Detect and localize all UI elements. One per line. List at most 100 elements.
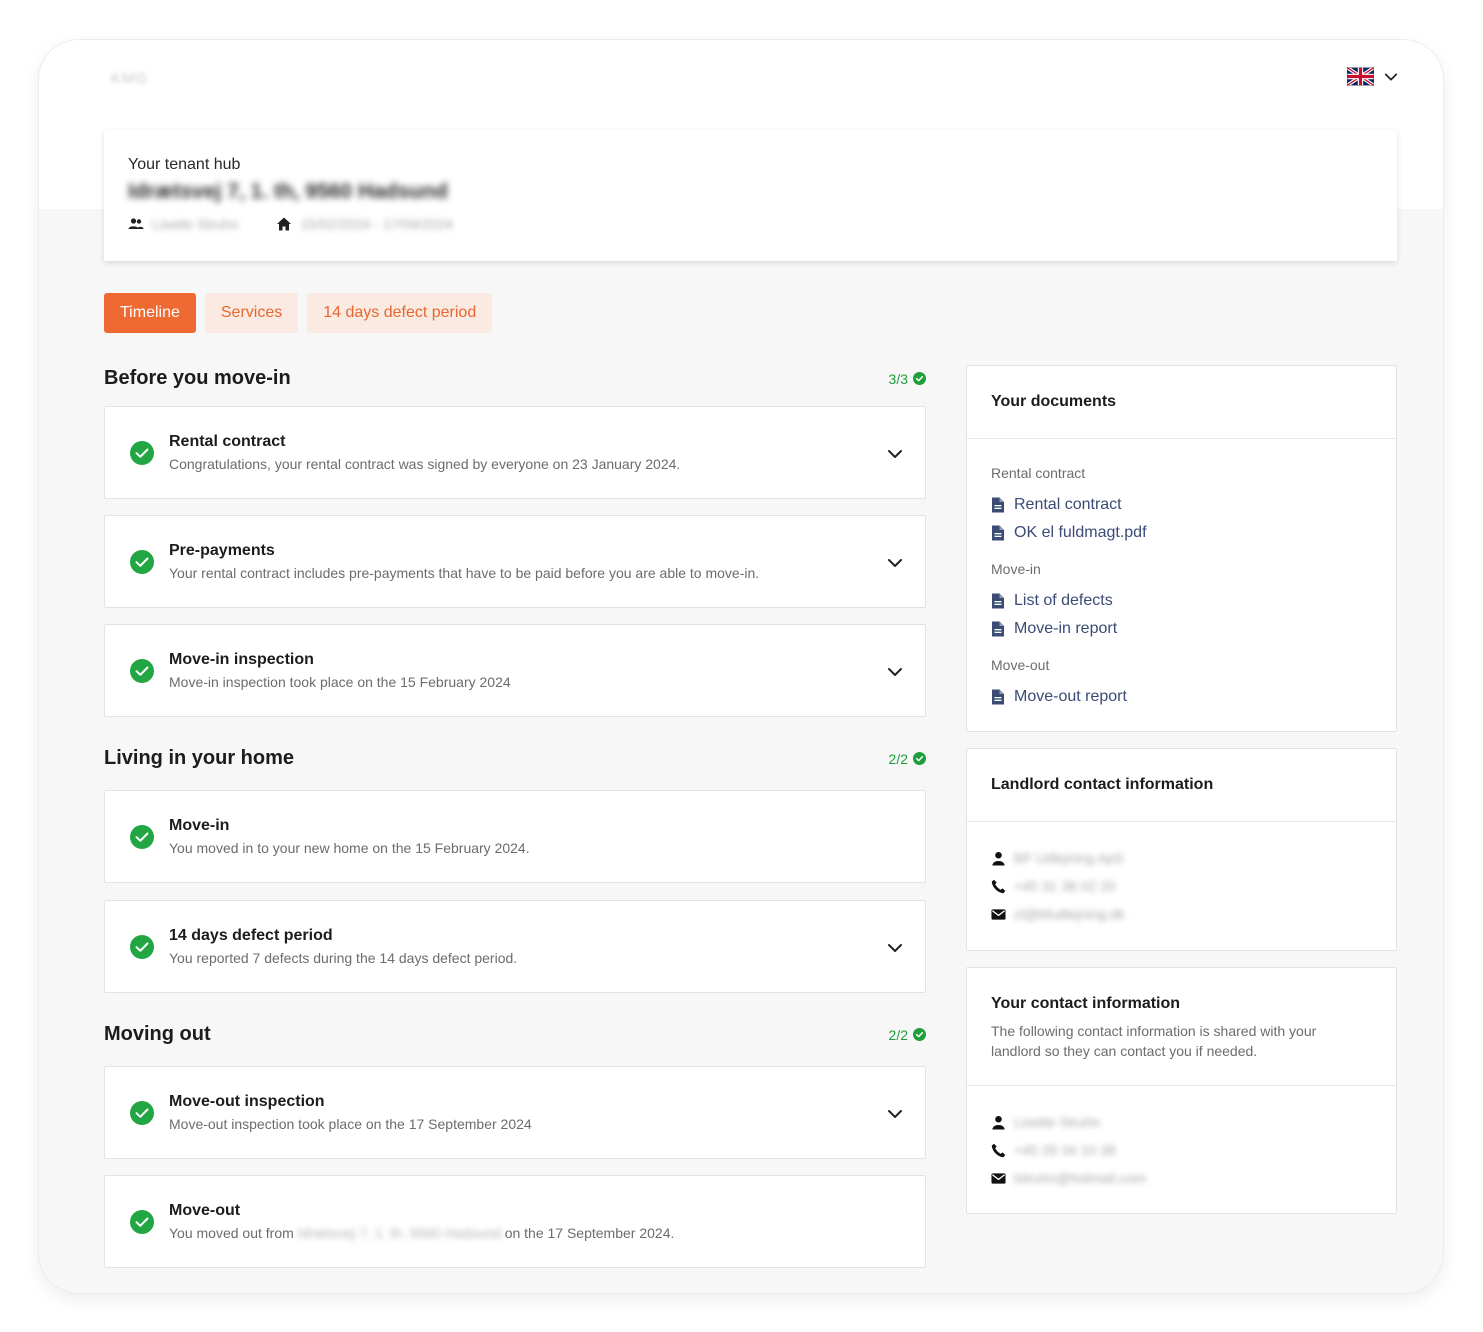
hub-address: Idrætsvej 7, 1. th, 9560 Hadsund bbox=[128, 180, 448, 203]
chevron-down-icon[interactable] bbox=[887, 555, 903, 571]
doc-link-label: OK el fuldmagt.pdf bbox=[1014, 524, 1147, 541]
timeline-item-move-out: Move-out You moved out from Idrætsvej 7,… bbox=[104, 1175, 926, 1268]
logo: KMG bbox=[111, 70, 149, 87]
check-circle-icon bbox=[130, 659, 154, 683]
item-title: Move-in bbox=[169, 817, 230, 834]
section-progress: 2/2 bbox=[889, 1027, 926, 1043]
doc-link-label: Move-in report bbox=[1014, 620, 1118, 637]
progress-count: 3/3 bbox=[888, 370, 908, 387]
section-header-before-move-in: Before you move-in 3/3 bbox=[104, 367, 926, 390]
item-description: You reported 7 defects during the 14 day… bbox=[169, 950, 518, 966]
tab-defect-period[interactable]: 14 days defect period bbox=[307, 293, 493, 333]
item-description: Move-in inspection took place on the 15 … bbox=[169, 674, 511, 690]
file-icon bbox=[992, 593, 1004, 609]
tab-services[interactable]: Services bbox=[204, 293, 299, 333]
contact-name-row: BF Udlejning ApS bbox=[991, 844, 1372, 872]
contact-email-row: lstruhn@hotmail.com bbox=[991, 1164, 1372, 1192]
doc-link-label: List of defects bbox=[1014, 592, 1113, 609]
phone-icon bbox=[991, 1143, 1006, 1157]
timeline-item-rental-contract[interactable]: Rental contract Congratulations, your re… bbox=[104, 406, 926, 499]
panel-title: Your documents bbox=[991, 393, 1117, 410]
panel-header: Your contact information The following c… bbox=[967, 968, 1396, 1086]
contact-email: cl@bfudlejning.dk bbox=[1014, 906, 1125, 922]
item-title: Move-in inspection bbox=[169, 651, 314, 668]
check-circle-icon bbox=[130, 550, 154, 574]
contact-name: BF Udlejning ApS bbox=[1014, 850, 1124, 866]
doc-link-move-in-report[interactable]: Move-in report bbox=[991, 615, 1372, 643]
item-title: Pre-payments bbox=[169, 542, 275, 559]
item-title: Rental contract bbox=[169, 433, 286, 450]
section-title: Moving out bbox=[104, 1023, 211, 1045]
doc-link-move-out-report[interactable]: Move-out report bbox=[991, 683, 1372, 711]
item-title: Move-out inspection bbox=[169, 1093, 325, 1110]
doc-group-label: Move-in bbox=[991, 561, 1041, 577]
mail-icon bbox=[991, 908, 1006, 920]
item-description: You moved out from Idrætsvej 7, 1. th, 9… bbox=[169, 1225, 674, 1241]
contact-name: Lisette Struhn bbox=[1014, 1114, 1101, 1130]
check-circle-icon bbox=[130, 825, 154, 849]
language-selector[interactable] bbox=[1347, 67, 1398, 86]
mail-icon bbox=[991, 1172, 1006, 1184]
person-icon bbox=[992, 851, 1005, 866]
panel-header: Landlord contact information bbox=[967, 749, 1396, 822]
file-icon bbox=[992, 525, 1004, 541]
your-contact-list: Lisette Struhn +45 28 34 10 38 lstruhn@h… bbox=[967, 1086, 1396, 1192]
section-title: Living in your home bbox=[104, 747, 295, 769]
item-title: Move-out bbox=[169, 1202, 241, 1219]
hub-period: 15/02/2024 - 17/09/2024 bbox=[300, 216, 453, 232]
hub-label: Your tenant hub bbox=[128, 156, 241, 173]
item-description: Your rental contract includes pre-paymen… bbox=[169, 565, 760, 581]
file-icon bbox=[992, 497, 1004, 513]
panel-title: Your contact information bbox=[991, 995, 1181, 1012]
desc-address: Idrætsvej 7, 1. th, 9560 Hadsund bbox=[297, 1225, 501, 1241]
check-circle-icon bbox=[130, 1210, 154, 1234]
panel-title: Landlord contact information bbox=[991, 776, 1214, 793]
section-title: Before you move-in bbox=[104, 367, 291, 389]
file-icon bbox=[992, 689, 1004, 705]
chevron-down-icon[interactable] bbox=[887, 1106, 903, 1122]
contact-email: lstruhn@hotmail.com bbox=[1014, 1170, 1146, 1186]
check-circle-icon bbox=[913, 1028, 926, 1041]
section-header-moving-out: Moving out 2/2 bbox=[104, 1023, 926, 1046]
chevron-down-icon[interactable] bbox=[887, 940, 903, 956]
timeline-item-pre-payments[interactable]: Pre-payments Your rental contract includ… bbox=[104, 515, 926, 608]
tab-timeline[interactable]: Timeline bbox=[104, 293, 196, 333]
tab-bar: Timeline Services 14 days defect period bbox=[104, 293, 493, 333]
phone-icon bbox=[991, 879, 1006, 893]
doc-link-rental-contract[interactable]: Rental contract bbox=[991, 491, 1372, 519]
landlord-contact-list: BF Udlejning ApS +45 31 38 02 20 cl@bfud… bbox=[967, 822, 1396, 928]
item-description: Congratulations, your rental contract wa… bbox=[169, 456, 681, 472]
contact-phone: +45 28 34 10 38 bbox=[1014, 1142, 1116, 1158]
file-icon bbox=[992, 621, 1004, 637]
contact-phone: +45 31 38 02 20 bbox=[1014, 878, 1116, 894]
doc-link-ok-el-fuldmagt[interactable]: OK el fuldmagt.pdf bbox=[991, 519, 1372, 547]
check-circle-icon bbox=[913, 752, 926, 765]
chevron-down-icon[interactable] bbox=[887, 664, 903, 680]
your-contact-panel: Your contact information The following c… bbox=[966, 967, 1397, 1214]
doc-link-label: Move-out report bbox=[1014, 688, 1127, 705]
timeline-item-move-in-inspection[interactable]: Move-in inspection Move-in inspection to… bbox=[104, 624, 926, 717]
section-progress: 3/3 bbox=[889, 371, 926, 387]
documents-panel: Your documents Rental contract Rental co… bbox=[966, 365, 1397, 732]
people-icon bbox=[128, 218, 144, 229]
home-icon bbox=[277, 217, 292, 231]
hub-tenants: Lisette Struhn bbox=[152, 216, 239, 232]
timeline-item-move-out-inspection[interactable]: Move-out inspection Move-out inspection … bbox=[104, 1066, 926, 1159]
section-header-living: Living in your home 2/2 bbox=[104, 747, 926, 770]
hub-meta: Lisette Struhn 15/02/2024 - 17/09/2024 bbox=[128, 216, 453, 232]
contact-phone-row: +45 28 34 10 38 bbox=[991, 1136, 1372, 1164]
desc-suffix: on the 17 September 2024. bbox=[504, 1225, 675, 1241]
doc-link-list-of-defects[interactable]: List of defects bbox=[991, 587, 1372, 615]
contact-name-row: Lisette Struhn bbox=[991, 1108, 1372, 1136]
progress-count: 2/2 bbox=[888, 1026, 908, 1043]
contact-phone-row: +45 31 38 02 20 bbox=[991, 872, 1372, 900]
contact-email-row: cl@bfudlejning.dk bbox=[991, 900, 1372, 928]
check-circle-icon bbox=[130, 1101, 154, 1125]
progress-count: 2/2 bbox=[888, 750, 908, 767]
check-circle-icon bbox=[130, 935, 154, 959]
timeline-item-defect-period[interactable]: 14 days defect period You reported 7 def… bbox=[104, 900, 926, 993]
tenant-hub-card: Your tenant hub Idrætsvej 7, 1. th, 9560… bbox=[104, 130, 1397, 261]
chevron-down-icon[interactable] bbox=[887, 446, 903, 462]
uk-flag-icon bbox=[1347, 67, 1374, 86]
desc-prefix: You moved out from bbox=[169, 1225, 294, 1241]
